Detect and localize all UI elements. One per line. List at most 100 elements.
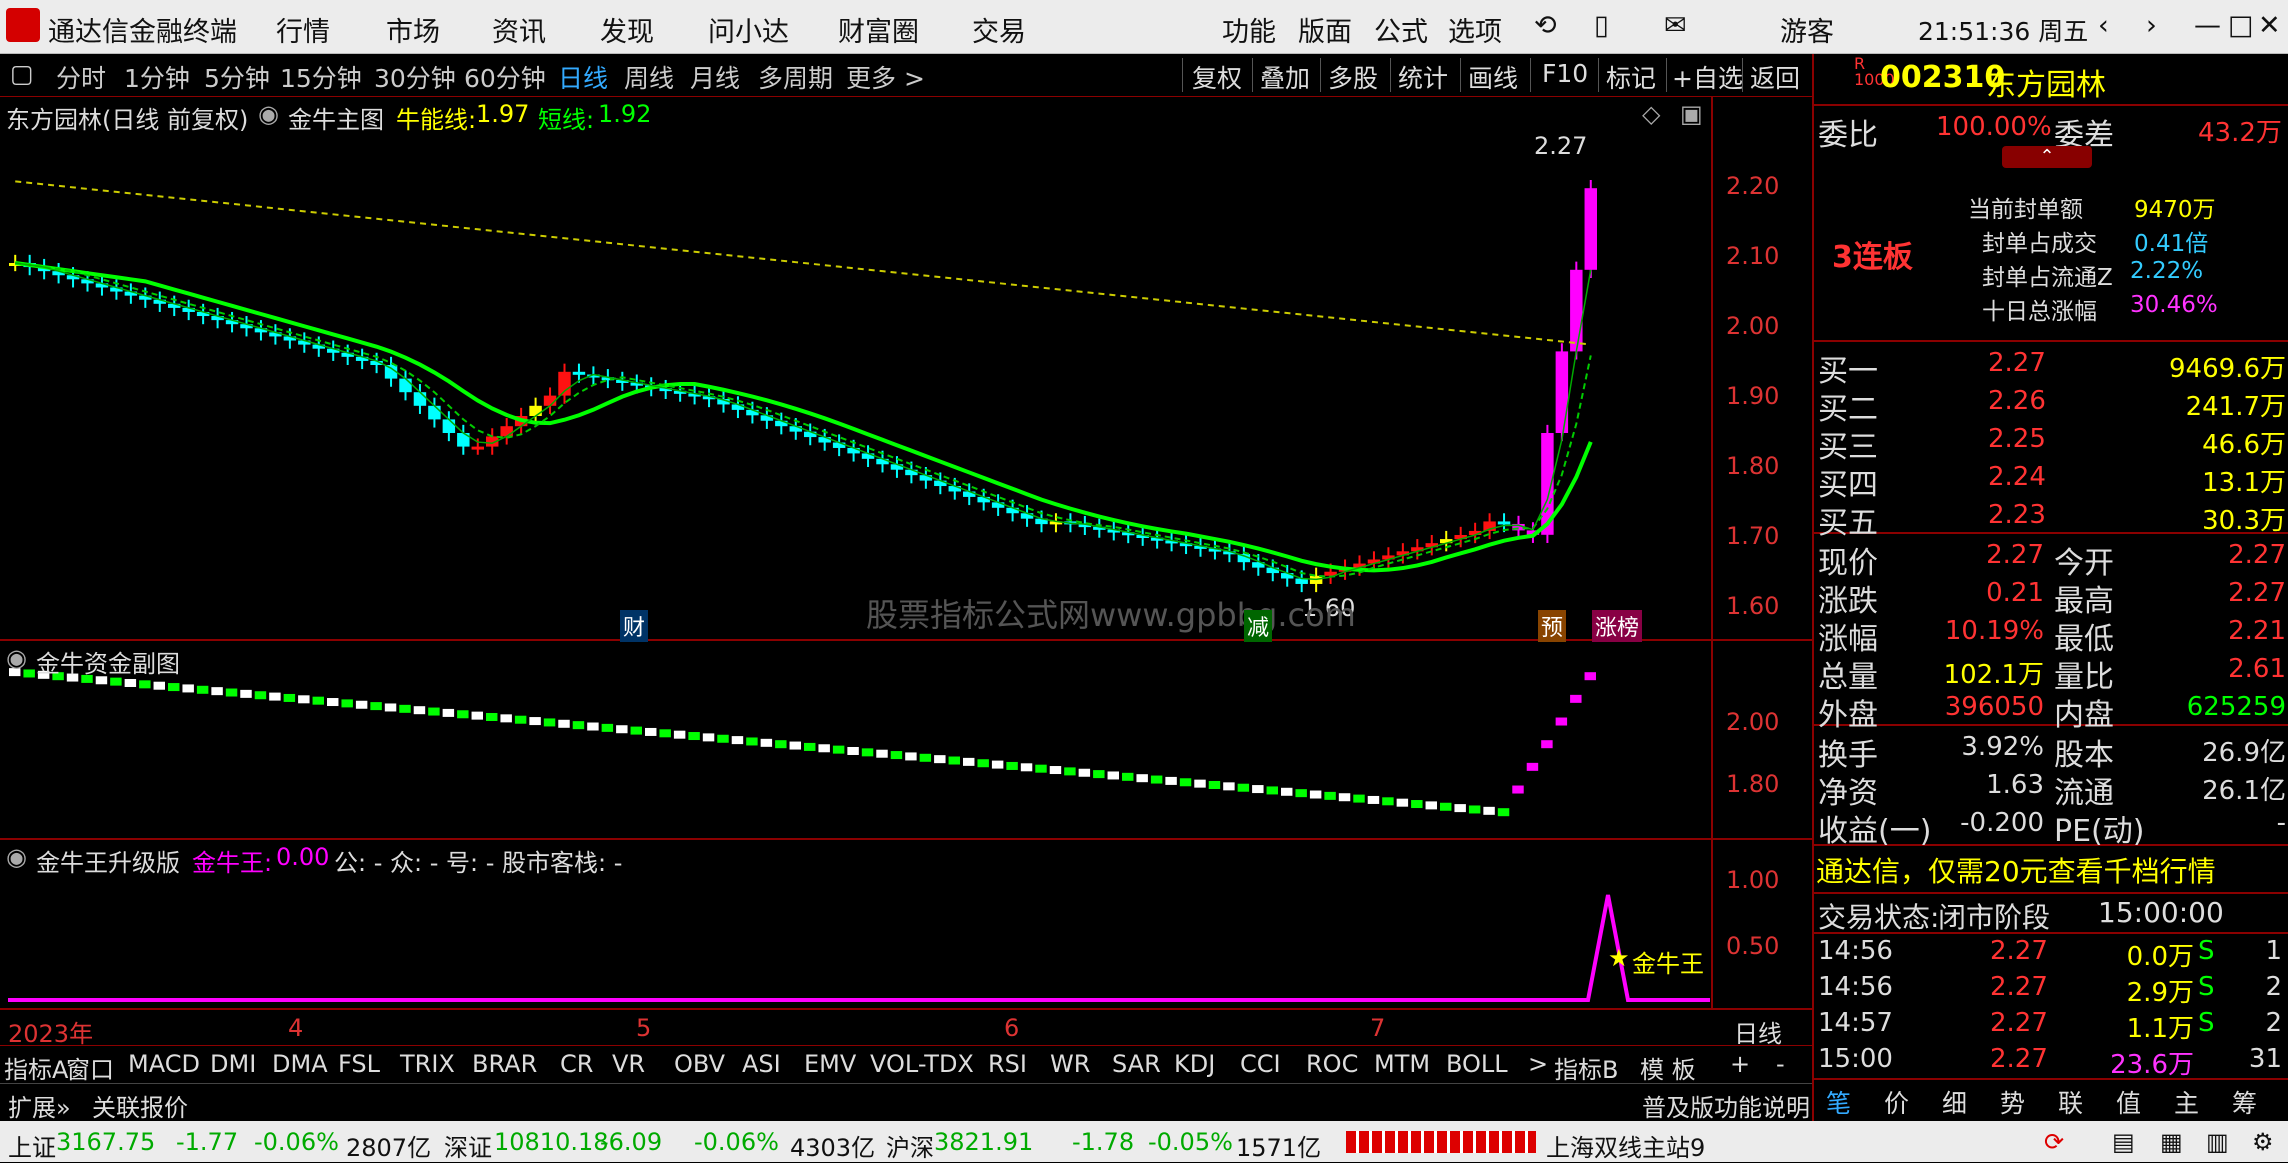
- period-fenshi[interactable]: 分时: [56, 59, 106, 95]
- indicator-tab-1[interactable]: 窗口: [66, 1050, 114, 1085]
- btn-zixuan[interactable]: +自选: [1672, 59, 1743, 95]
- indicator-dropdown-icon[interactable]: ◉: [258, 100, 279, 128]
- period-daily[interactable]: 日线: [558, 59, 608, 95]
- menu-banmian[interactable]: 版面: [1298, 10, 1352, 49]
- period-weekly[interactable]: 周线: [624, 59, 674, 95]
- indicator-tab-9[interactable]: VR: [612, 1050, 645, 1078]
- period-1min[interactable]: 1分钟: [124, 59, 190, 95]
- help-link[interactable]: 普及版功能说明: [1642, 1088, 1810, 1123]
- indicator-tab-12[interactable]: EMV: [804, 1050, 856, 1078]
- quote-tab-1[interactable]: 价: [1884, 1084, 1909, 1120]
- mail-icon[interactable]: ✉: [1664, 10, 1687, 41]
- quote-tab-5[interactable]: 值: [2116, 1084, 2141, 1120]
- candle[interactable]: [731, 404, 745, 410]
- candle[interactable]: [572, 371, 586, 375]
- candle[interactable]: [399, 378, 412, 393]
- indicator-tab-22[interactable]: >: [1528, 1050, 1548, 1078]
- indicator-tab-7[interactable]: BRAR: [472, 1050, 537, 1078]
- indicator-tab-6[interactable]: TRIX: [400, 1050, 455, 1078]
- candle[interactable]: [413, 392, 427, 406]
- indicator-tab-2[interactable]: MACD: [128, 1050, 200, 1078]
- candle[interactable]: [919, 475, 933, 481]
- indicator-tab-21[interactable]: BOLL: [1446, 1050, 1508, 1078]
- btn-diejia[interactable]: 叠加: [1260, 59, 1310, 95]
- indicator-tab-10[interactable]: OBV: [674, 1050, 725, 1078]
- zoom-out-button[interactable]: -: [1776, 1050, 1785, 1078]
- sync-icon[interactable]: ⟳: [2044, 1128, 2064, 1156]
- btn-huaxian[interactable]: 画线: [1468, 59, 1518, 95]
- server-name[interactable]: 上海双线主站9: [1546, 1128, 1705, 1163]
- candle[interactable]: [847, 447, 860, 454]
- settings-icon[interactable]: ⚙: [2252, 1128, 2274, 1156]
- indicator-tab-20[interactable]: MTM: [1374, 1050, 1430, 1078]
- indicator-tab-4[interactable]: DMA: [272, 1050, 328, 1078]
- sub1-dropdown-icon[interactable]: ◉: [6, 644, 27, 672]
- expand-button[interactable]: 扩展»: [8, 1088, 71, 1123]
- related-quote-button[interactable]: 关联报价: [92, 1088, 188, 1123]
- candle[interactable]: [428, 405, 441, 420]
- back-icon[interactable]: ‹: [2098, 10, 2109, 41]
- sub2-dropdown-icon[interactable]: ◉: [6, 843, 27, 871]
- menu-xuanxiang[interactable]: 选项: [1448, 10, 1502, 49]
- candle[interactable]: [1281, 573, 1294, 579]
- maximize-icon[interactable]: □: [2228, 10, 2254, 41]
- indicator-tab-14[interactable]: RSI: [988, 1050, 1027, 1078]
- btn-f10[interactable]: F10: [1542, 59, 1588, 88]
- main-indicator-name[interactable]: 金牛主图: [288, 100, 384, 135]
- indicator-tab-0[interactable]: 指标A: [4, 1050, 68, 1085]
- candle[interactable]: [775, 420, 788, 427]
- indicator-tab-13[interactable]: VOL-TDX: [870, 1050, 974, 1078]
- indicator-tab-19[interactable]: ROC: [1306, 1050, 1358, 1078]
- marker-zhangbang[interactable]: 涨榜: [1592, 610, 1643, 642]
- window-icon[interactable]: ▣: [1680, 100, 1703, 128]
- panel-toggle-icon[interactable]: ▢: [10, 59, 34, 88]
- indicator-tab-3[interactable]: DMI: [210, 1050, 256, 1078]
- quote-tab-7[interactable]: 筹: [2232, 1084, 2257, 1120]
- period-60min[interactable]: 60分钟: [464, 59, 546, 95]
- menu-gongneng[interactable]: 功能: [1222, 10, 1276, 49]
- sh-label[interactable]: 上证: [8, 1128, 56, 1163]
- candle[interactable]: [832, 442, 846, 448]
- marker-jian[interactable]: 减: [1244, 610, 1273, 642]
- candle[interactable]: [1020, 513, 1034, 519]
- candle[interactable]: [1497, 521, 1511, 525]
- bid-price-0[interactable]: 2.27: [1988, 348, 2046, 378]
- period-more[interactable]: 更多 >: [846, 59, 925, 95]
- menu-jiaoyi[interactable]: 交易: [972, 10, 1026, 49]
- sz-label[interactable]: 深证: [444, 1128, 492, 1163]
- period-15min[interactable]: 15分钟: [280, 59, 362, 95]
- candle[interactable]: [529, 405, 542, 416]
- candle[interactable]: [804, 431, 817, 438]
- candle[interactable]: [1570, 269, 1583, 352]
- bid-price-2[interactable]: 2.25: [1988, 424, 2046, 454]
- menu-caifuquan[interactable]: 财富圈: [838, 10, 919, 49]
- tab-indicator-b[interactable]: 指标B: [1554, 1050, 1618, 1085]
- quote-tab-3[interactable]: 势: [2000, 1084, 2025, 1120]
- quote-tab-6[interactable]: 主: [2174, 1084, 2199, 1120]
- candle[interactable]: [1584, 188, 1597, 270]
- bid-price-3[interactable]: 2.24: [1988, 462, 2046, 492]
- tab-template[interactable]: 模 板: [1640, 1050, 1696, 1085]
- sub1-title[interactable]: 金牛资金副图: [36, 644, 180, 679]
- menu-faxian[interactable]: 发现: [600, 10, 654, 49]
- candle[interactable]: [1266, 567, 1279, 574]
- menu-zixun[interactable]: 资讯: [492, 10, 546, 49]
- quote-tab-0[interactable]: 笔: [1826, 1084, 1851, 1120]
- menu-gongshi[interactable]: 公式: [1374, 10, 1428, 49]
- forward-icon[interactable]: ›: [2146, 10, 2157, 41]
- candle[interactable]: [977, 496, 990, 503]
- btn-duogu[interactable]: 多股: [1328, 59, 1378, 95]
- chart-area[interactable]: [0, 97, 1812, 1045]
- bid-price-1[interactable]: 2.26: [1988, 386, 2046, 416]
- candle[interactable]: [963, 491, 976, 497]
- indicator-tab-8[interactable]: CR: [560, 1050, 593, 1078]
- user-label[interactable]: 游客: [1780, 10, 1834, 49]
- marker-yu[interactable]: 预: [1538, 610, 1567, 642]
- diamond-icon[interactable]: ◇: [1642, 100, 1660, 128]
- period-30min[interactable]: 30分钟: [374, 59, 456, 95]
- menu-hangqing[interactable]: 行情: [276, 10, 330, 49]
- close-icon[interactable]: ✕: [2258, 10, 2281, 41]
- layout-icon[interactable]: ▥: [2206, 1128, 2229, 1156]
- btn-fuquan[interactable]: 复权: [1192, 59, 1242, 95]
- phone-icon[interactable]: ▯: [1594, 10, 1609, 41]
